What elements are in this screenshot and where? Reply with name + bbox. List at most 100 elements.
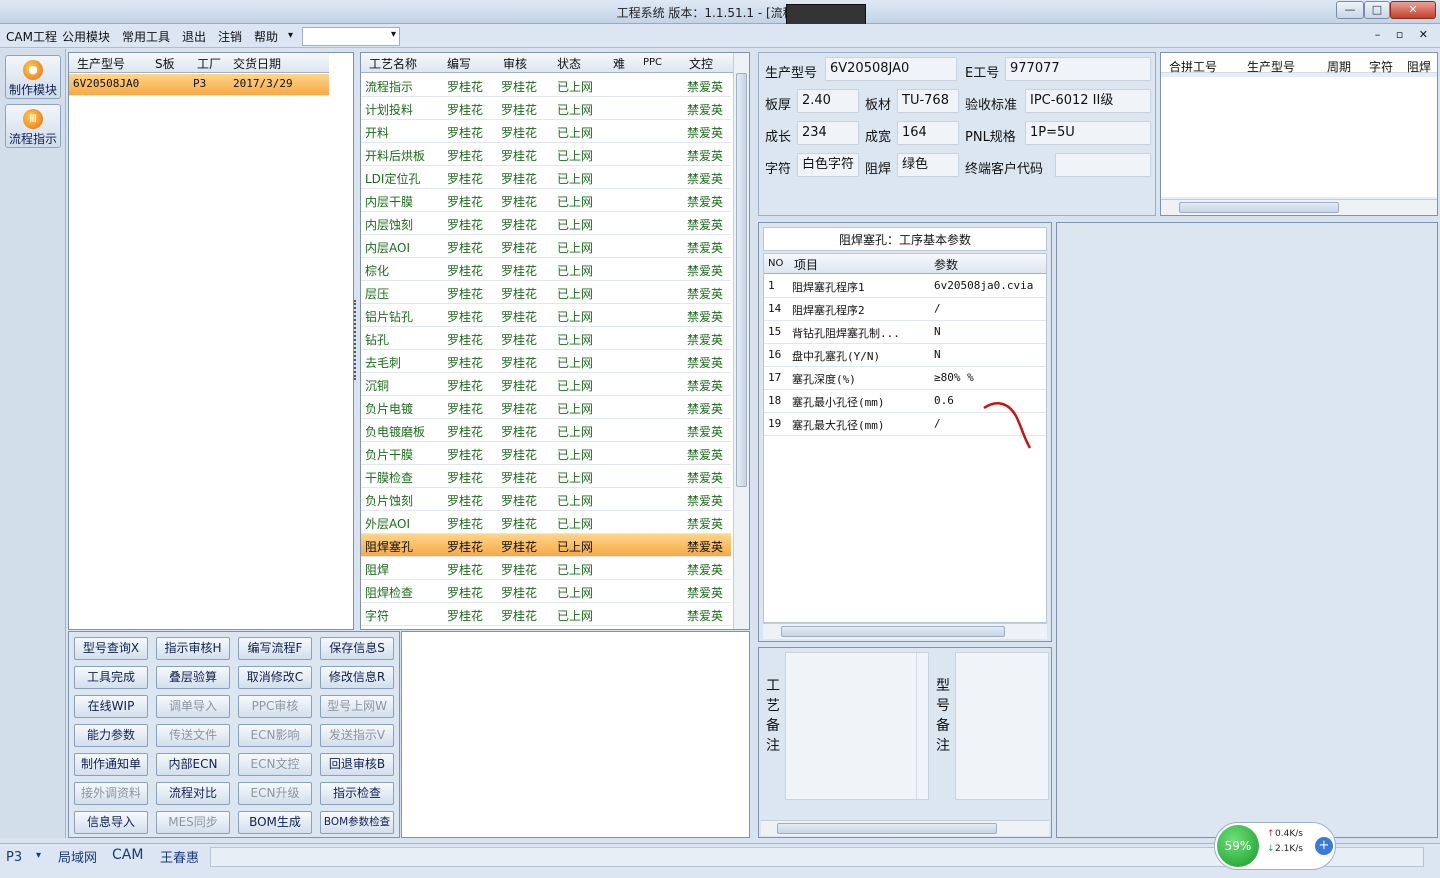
action-button[interactable]: 在线WIP <box>74 695 148 718</box>
table-row[interactable]: 沉铜 罗桂花 罗桂花 已上网 禁爱英 <box>361 373 731 396</box>
column-header[interactable]: 生产型号 <box>1247 58 1295 75</box>
column-header[interactable]: 文控 <box>689 55 713 72</box>
scrollbar-thumb[interactable] <box>1179 202 1339 213</box>
table-row[interactable]: 计划投料 罗桂花 罗桂花 已上网 禁爱英 <box>361 97 731 120</box>
factory-selector[interactable]: P3 <box>6 850 22 865</box>
action-button[interactable]: BOM生成 <box>238 811 312 834</box>
sidebar-item-make-module[interactable]: ● 制作模块 <box>5 55 61 99</box>
column-header[interactable]: 交货日期 <box>233 55 281 72</box>
scrollbar-thumb[interactable] <box>777 823 997 834</box>
table-row[interactable]: 1 阻焊塞孔程序1 6v20508ja0.cvia <box>764 275 1046 298</box>
maximize-button[interactable]: □ <box>1364 1 1390 19</box>
scrollbar-thumb[interactable] <box>781 626 1005 637</box>
table-row[interactable]: 开料后烘板 罗桂花 罗桂花 已上网 禁爱英 <box>361 143 731 166</box>
column-header[interactable]: 工艺名称 <box>369 55 417 72</box>
sidebar-item-flow-guide[interactable]: Ⅲ 流程指示 <box>5 104 61 148</box>
action-button[interactable]: 取消修改C <box>238 666 312 689</box>
table-row[interactable]: 去毛刺 罗桂花 罗桂花 已上网 禁爱英 <box>361 350 731 373</box>
table-row[interactable]: 17 塞孔深度(%) ≥80% % <box>764 367 1046 390</box>
action-button[interactable]: 型号上网W <box>320 695 394 718</box>
table-row[interactable]: 负片电镀 罗桂花 罗桂花 已上网 禁爱英 <box>361 396 731 419</box>
action-button[interactable]: 保存信息S <box>320 637 394 660</box>
chevron-down-icon[interactable]: ▾ <box>288 30 293 41</box>
customer-code-field[interactable] <box>1055 153 1151 177</box>
column-header[interactable]: S板 <box>155 55 175 72</box>
table-row[interactable]: 内层AOI 罗桂花 罗桂花 已上网 禁爱英 <box>361 235 731 258</box>
column-header[interactable]: 周期 <box>1327 58 1351 75</box>
action-button[interactable]: ECN升级 <box>238 782 312 805</box>
column-header[interactable]: 参数 <box>934 256 958 273</box>
table-row[interactable]: 负电镀磨板 罗桂花 罗桂花 已上网 禁爱英 <box>361 419 731 442</box>
column-header[interactable]: 字符 <box>1369 58 1393 75</box>
column-header[interactable]: 生产型号 <box>77 55 125 72</box>
remark-scrollbar[interactable] <box>916 653 928 799</box>
menu-tools[interactable]: 常用工具 <box>122 28 170 45</box>
table-row[interactable]: 铝片钻孔 罗桂花 罗桂花 已上网 禁爱英 <box>361 304 731 327</box>
menu-combo-box[interactable] <box>302 27 400 46</box>
column-header[interactable]: 难 <box>613 55 625 72</box>
table-row[interactable]: 流程指示 罗桂花 罗桂花 已上网 禁爱英 <box>361 74 731 97</box>
action-button[interactable]: 叠层验算 <box>156 666 230 689</box>
table-row[interactable]: 字符 罗桂花 罗桂花 已上网 禁爱英 <box>361 603 731 626</box>
table-row[interactable]: 内层蚀刻 罗桂花 罗桂花 已上网 禁爱英 <box>361 212 731 235</box>
table-row[interactable]: 负片蚀刻 罗桂花 罗桂花 已上网 禁爱英 <box>361 488 731 511</box>
table-row[interactable]: 阻焊 罗桂花 罗桂花 已上网 禁爱英 <box>361 557 731 580</box>
thickness-field[interactable]: 2.40 <box>797 89 859 113</box>
table-row[interactable]: 层压 罗桂花 罗桂花 已上网 禁爱英 <box>361 281 731 304</box>
net-monitor[interactable]: 59% ↑ 0.4K/s ↓ 2.1K/s + <box>1214 822 1336 870</box>
action-button[interactable]: 工具完成 <box>74 666 148 689</box>
model-remark-input[interactable] <box>955 652 1049 800</box>
action-button[interactable]: 发送指示V <box>320 724 394 747</box>
action-button[interactable]: 制作通知单 <box>74 753 148 776</box>
minimize-button[interactable]: — <box>1336 1 1364 19</box>
action-button[interactable]: PPC审核 <box>238 695 312 718</box>
menu-common[interactable]: 公用模块 <box>62 28 110 45</box>
column-header[interactable]: 阻焊 <box>1407 58 1431 75</box>
action-button[interactable]: 编写流程F <box>238 637 312 660</box>
action-button[interactable]: BOM参数检查 <box>320 811 394 834</box>
table-row[interactable]: 阻焊塞孔 罗桂花 罗桂花 已上网 禁爱英 <box>361 534 731 557</box>
splitter-handle[interactable] <box>354 300 358 380</box>
action-button[interactable]: 内部ECN <box>156 753 230 776</box>
action-button[interactable]: 修改信息R <box>320 666 394 689</box>
column-header[interactable]: 合拼工号 <box>1169 58 1217 75</box>
action-button[interactable]: 流程对比 <box>156 782 230 805</box>
mdi-controls[interactable]: – ▫ ✕ <box>1375 28 1434 41</box>
chevron-down-icon[interactable]: ▾ <box>36 850 41 861</box>
width-field[interactable]: 164 <box>897 121 959 145</box>
process-list-scrollbar[interactable] <box>733 53 749 629</box>
action-button[interactable]: 型号查询X <box>74 637 148 660</box>
action-button[interactable]: 指示检查 <box>320 782 394 805</box>
table-row[interactable]: 干膜检查 罗桂花 罗桂花 已上网 禁爱英 <box>361 465 731 488</box>
action-button[interactable]: 能力参数 <box>74 724 148 747</box>
action-button[interactable]: 回退审核B <box>320 753 394 776</box>
table-row[interactable]: 内层干膜 罗桂花 罗桂花 已上网 禁爱英 <box>361 189 731 212</box>
table-row[interactable]: 14 阻焊塞孔程序2 / <box>764 298 1046 321</box>
process-remark-input[interactable] <box>785 652 929 800</box>
action-button[interactable]: ECN文控 <box>238 753 312 776</box>
menu-exit[interactable]: 退出 <box>182 28 206 45</box>
e-number-field[interactable]: 977077 <box>1005 57 1151 81</box>
params-scrollbar[interactable] <box>763 623 1047 639</box>
material-field[interactable]: TU-768 <box>897 89 959 113</box>
column-header[interactable]: 状态 <box>557 55 581 72</box>
table-row[interactable]: 外层AOI 罗桂花 罗桂花 已上网 禁爱英 <box>361 511 731 534</box>
table-row[interactable]: 16 盘中孔塞孔(Y/N) N <box>764 344 1046 367</box>
model-field[interactable]: 6V20508JA0 <box>825 57 957 81</box>
standard-field[interactable]: IPC-6012 II级 <box>1025 89 1151 113</box>
column-header[interactable]: 审核 <box>503 55 527 72</box>
column-header[interactable]: PPC <box>643 57 662 68</box>
table-row[interactable]: 钻孔 罗桂花 罗桂花 已上网 禁爱英 <box>361 327 731 350</box>
table-row[interactable]: 棕化 罗桂花 罗桂花 已上网 禁爱英 <box>361 258 731 281</box>
column-header[interactable]: NO <box>768 258 783 269</box>
action-button[interactable]: ECN影响 <box>238 724 312 747</box>
action-button[interactable]: 调单导入 <box>156 695 230 718</box>
action-button[interactable]: 传送文件 <box>156 724 230 747</box>
table-row[interactable]: 阻焊检查 罗桂花 罗桂花 已上网 禁爱英 <box>361 580 731 603</box>
table-row[interactable]: 开料 罗桂花 罗桂花 已上网 禁爱英 <box>361 120 731 143</box>
action-button[interactable]: 信息导入 <box>74 811 148 834</box>
table-row[interactable]: LDI定位孔 罗桂花 罗桂花 已上网 禁爱英 <box>361 166 731 189</box>
plus-icon[interactable]: + <box>1315 837 1333 855</box>
merge-list-scrollbar[interactable] <box>1161 199 1437 215</box>
table-row[interactable]: 15 背钻孔阻焊塞孔制... N <box>764 321 1046 344</box>
